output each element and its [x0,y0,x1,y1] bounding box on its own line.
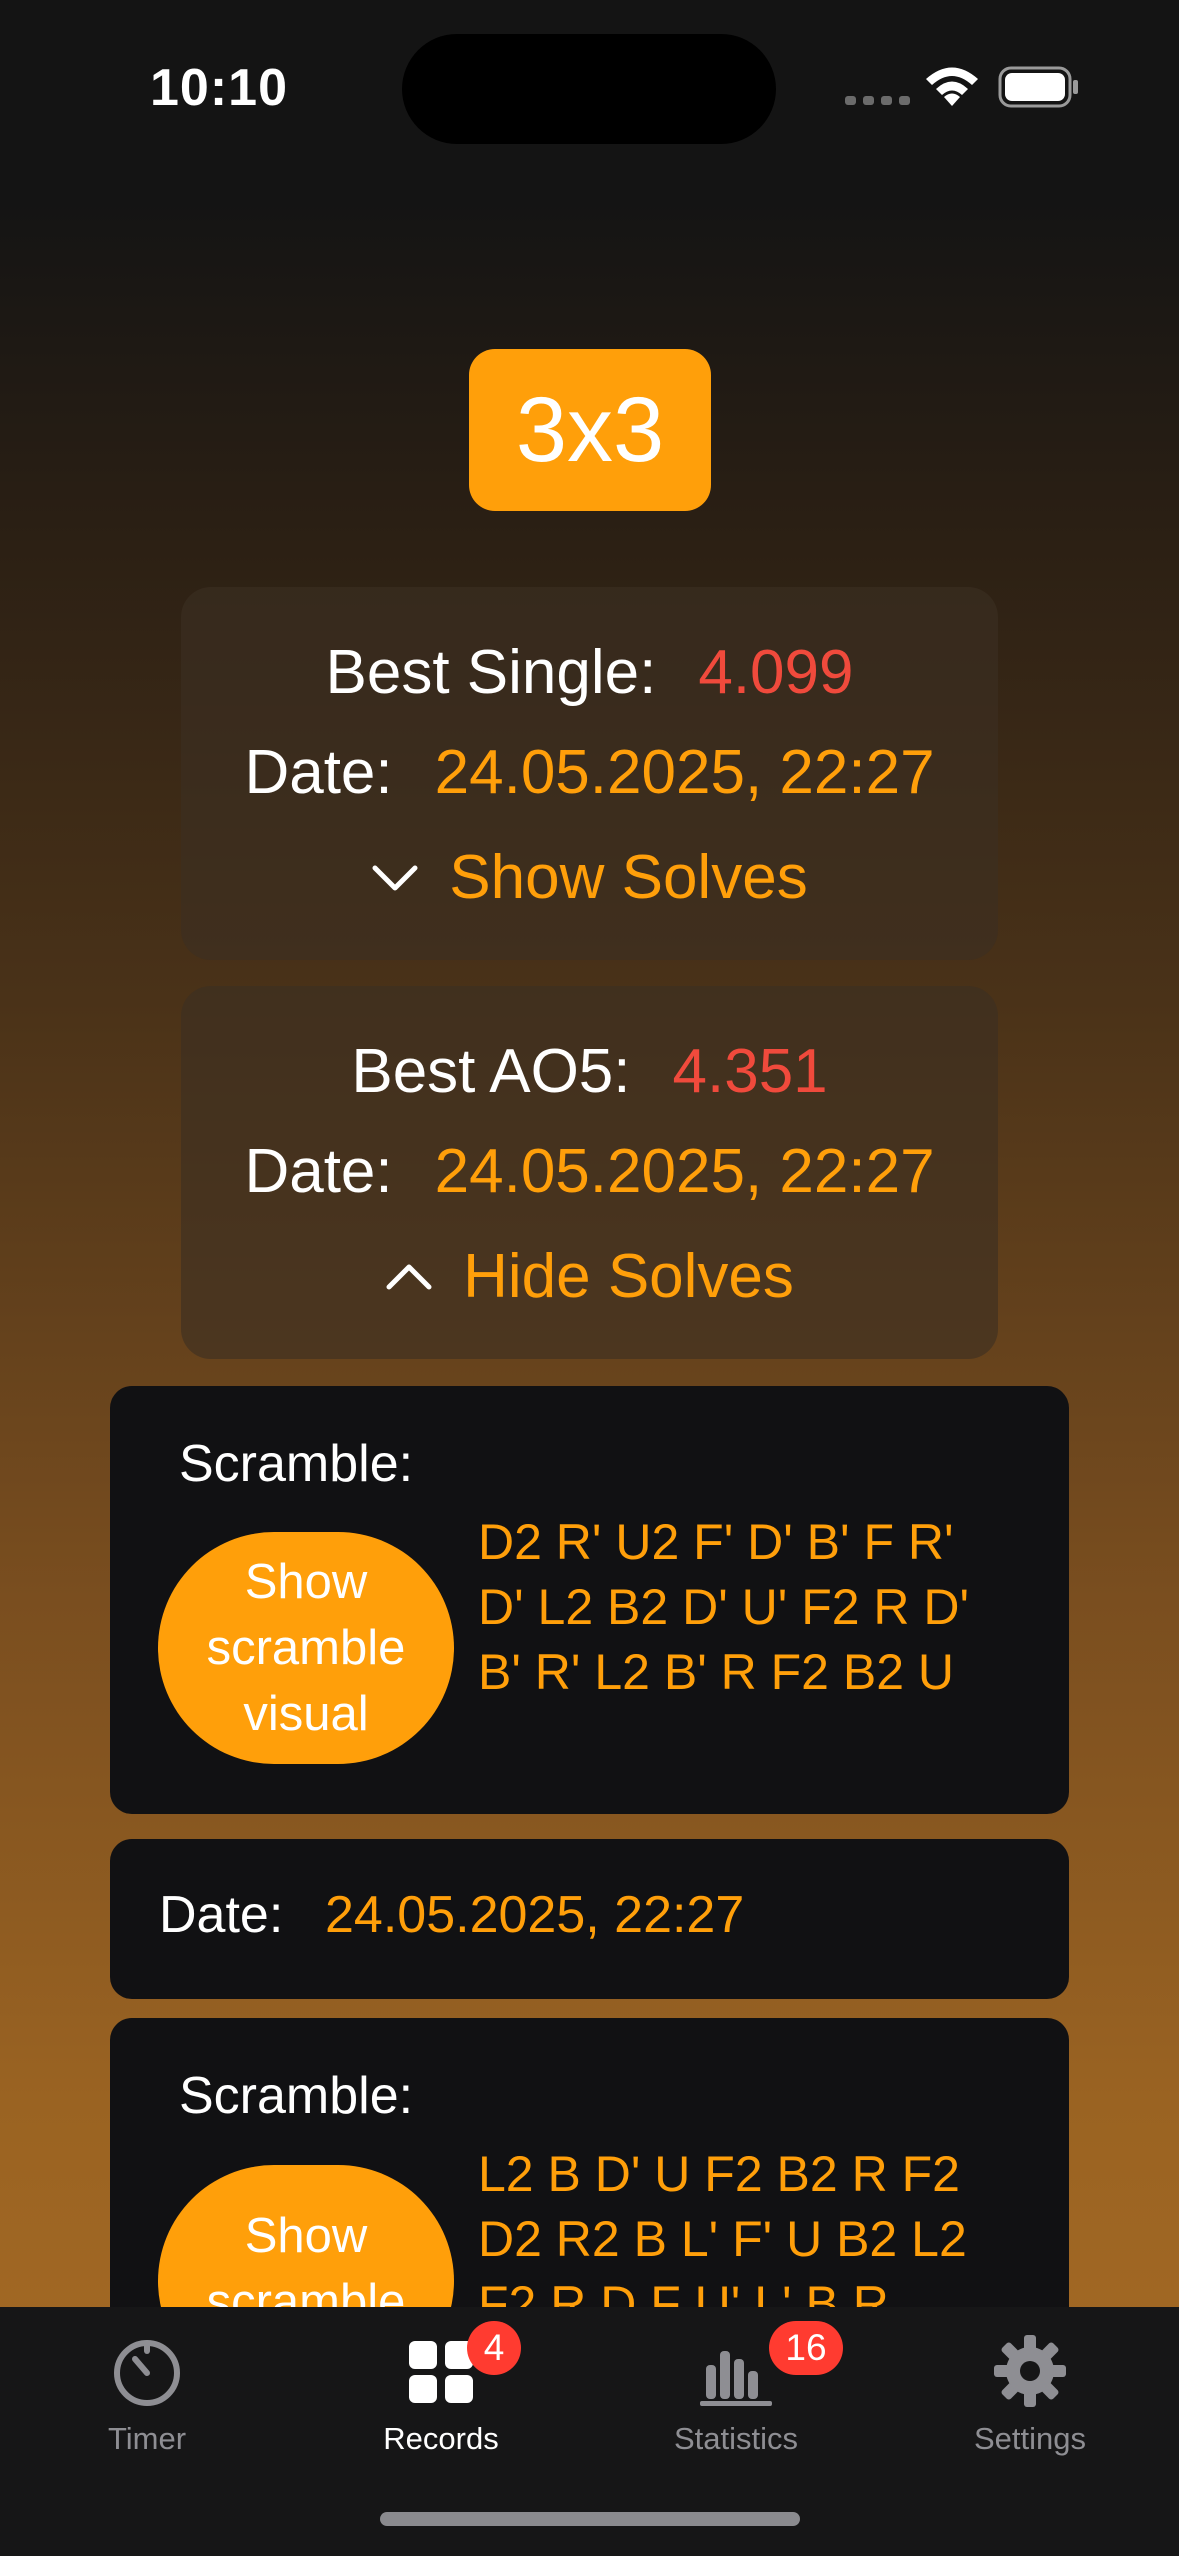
date-label: Date: [244,738,393,807]
tab-records[interactable]: Records 4 [294,2307,588,2497]
best-single-label: Best Single: [325,638,657,707]
best-ao5-row: Best AO5: 4.351 [181,1036,998,1107]
best-single-value: 4.099 [698,638,854,707]
tab-label: Timer [107,2421,187,2456]
show-scramble-visual-button[interactable]: Show scramble visual [158,1532,454,1764]
scramble-line: D2 R' U2 F' D' B' F R' [478,1514,954,1570]
dynamic-island [402,34,776,144]
best-single-date-row: Date: 24.05.2025, 22:27 [181,737,998,808]
date-value: 24.05.2025, 22:27 [325,1886,745,1944]
hide-solves-button[interactable]: Hide Solves [181,1236,998,1316]
show-solves-label: Show Solves [449,842,808,912]
tab-label: Statistics [673,2421,799,2456]
best-single-card: Best Single: 4.099 Date: 24.05.2025, 22:… [181,587,998,960]
tab-bar: Timer Records 4 Statistics 16 Settings [0,2307,1179,2556]
stopwatch-icon [114,2340,180,2406]
scramble-line: D2 R2 B L' F' U B2 L2 [478,2211,967,2267]
tab-settings[interactable]: Settings [883,2307,1177,2497]
tab-timer[interactable]: Timer [0,2307,294,2497]
notification-badge: 4 [467,2321,521,2375]
chevron-up-icon [386,1264,432,1290]
date-label: Date: [244,1137,393,1206]
solve-date-card: Date: 24.05.2025, 22:27 [110,1839,1069,1999]
home-indicator[interactable] [380,2512,800,2526]
best-ao5-card: Best AO5: 4.351 Date: 24.05.2025, 22:27 … [181,986,998,1359]
hide-solves-label: Hide Solves [463,1241,794,1311]
tab-statistics[interactable]: Statistics 16 [589,2307,883,2497]
scramble-label: Scramble: [179,1435,414,1493]
scramble-line: L2 B D' U F2 B2 R F2 [478,2146,960,2202]
battery-icon [998,66,1078,108]
solve-scramble-card: Scramble: Show scramble visual D2 R' U2 … [110,1386,1069,1814]
date-label: Date: [159,1886,284,1944]
notification-badge: 16 [769,2321,843,2375]
scramble-line: B' R' L2 B' R F2 B2 U [478,1644,955,1700]
gear-icon [994,2335,1066,2407]
cellular-signal-icon [845,96,910,105]
best-ao5-date-row: Date: 24.05.2025, 22:27 [181,1136,998,1207]
show-scramble-visual-label: Show scramble visual [206,1555,406,1741]
show-solves-button[interactable]: Show Solves [181,837,998,917]
scramble-text: D2 R' U2 F' D' B' F R' D' L2 B2 D' U' F2… [478,1510,1038,1705]
best-single-row: Best Single: 4.099 [181,637,998,708]
tab-label: Records [383,2421,499,2456]
bar-chart-icon [700,2351,772,2406]
best-ao5-value: 4.351 [672,1037,828,1106]
date-value: 24.05.2025, 22:27 [434,738,935,807]
scramble-line: D' L2 B2 D' U' F2 R D' [478,1579,970,1635]
chevron-down-icon [372,865,418,891]
date-value: 24.05.2025, 22:27 [434,1137,935,1206]
puzzle-type-button[interactable]: 3x3 [469,349,711,511]
scramble-label: Scramble: [179,2067,414,2125]
tab-label: Settings [973,2421,1086,2456]
status-time: 10:10 [150,59,288,117]
best-ao5-label: Best AO5: [351,1037,631,1106]
wifi-icon [926,67,978,106]
